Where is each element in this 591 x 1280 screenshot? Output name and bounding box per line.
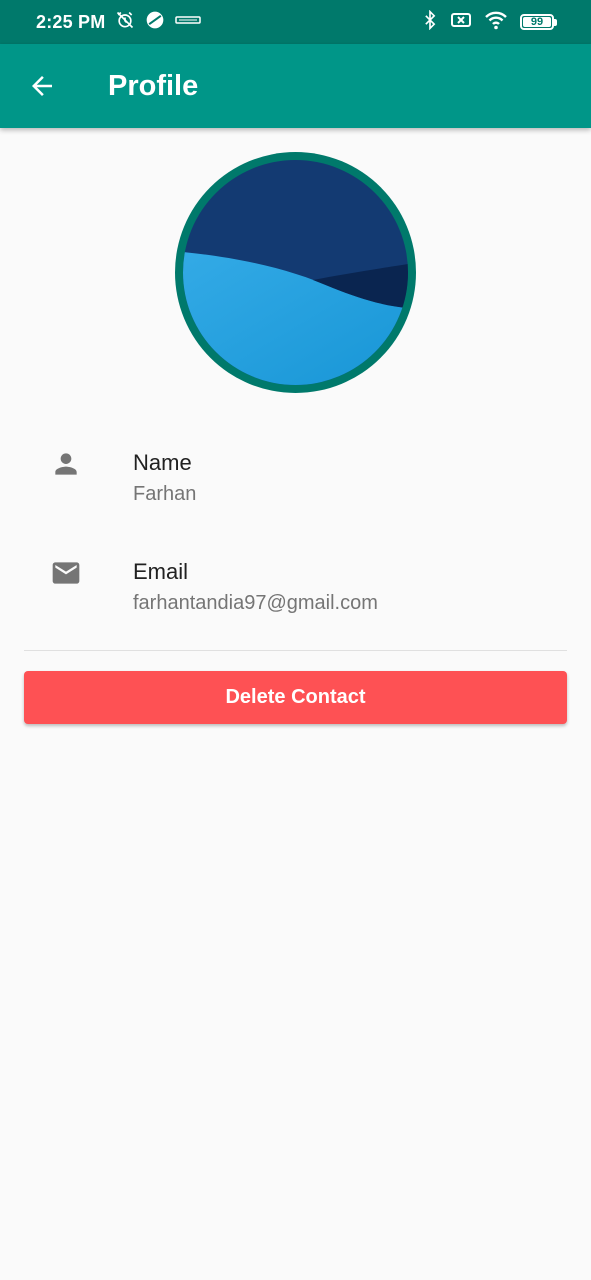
name-label: Name — [133, 450, 192, 475]
page-title: Profile — [108, 69, 199, 102]
email-label: Email — [133, 559, 189, 584]
battery-cap — [554, 18, 557, 26]
divider — [24, 650, 567, 651]
alarm-off-icon — [115, 10, 135, 35]
email-row: Email farhantandia97@gmail.com — [0, 549, 591, 629]
delete-contact-button[interactable]: Delete Contact — [24, 671, 567, 724]
back-button[interactable] — [0, 44, 84, 128]
carrier-logo-icon — [175, 13, 202, 32]
battery-body: 99 — [520, 14, 554, 30]
wifi-icon — [484, 10, 508, 35]
status-time: 2:25 PM — [36, 11, 106, 32]
battery-text: 99 — [530, 16, 544, 28]
status-bar: 2:25 PM 99 — [0, 0, 591, 44]
bluetooth-icon — [422, 9, 438, 35]
sim-off-icon — [450, 11, 472, 34]
arrow-back-icon — [32, 76, 52, 96]
avatar-ring — [175, 152, 416, 393]
email-value: farhantandia97@gmail.com — [133, 592, 378, 614]
profile-avatar-image[interactable] — [183, 160, 408, 385]
app-circle-icon — [145, 10, 165, 35]
email-icon — [50, 557, 82, 589]
status-left: 2:25 PM — [36, 10, 202, 35]
app-bar: Profile — [0, 44, 591, 128]
status-right: 99 — [422, 9, 557, 35]
person-icon — [50, 448, 82, 480]
name-value: Farhan — [133, 483, 197, 505]
battery-icon: 99 — [520, 14, 557, 30]
name-row: Name Farhan — [0, 440, 591, 520]
